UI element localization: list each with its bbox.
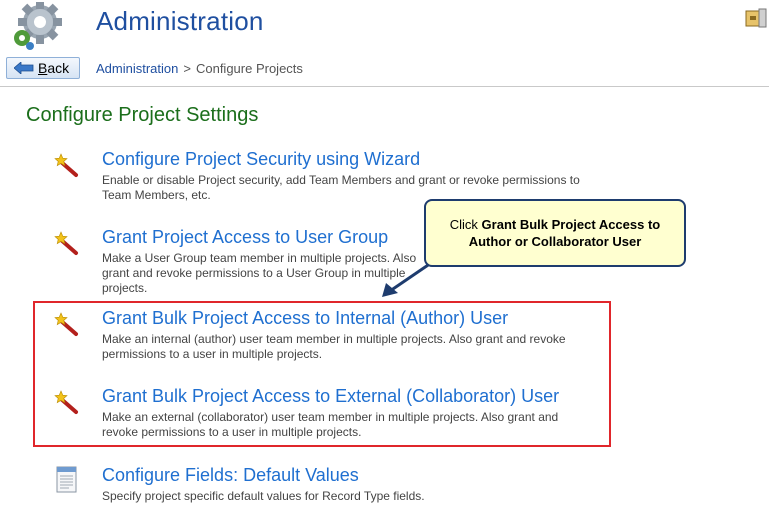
header-divider	[0, 86, 769, 87]
section-title: Configure Project Settings	[26, 104, 259, 126]
callout-prefix: Click	[449, 217, 482, 232]
gear-logo-icon	[14, 2, 62, 50]
breadcrumb-current: Configure Projects	[195, 61, 303, 76]
configure-security-link[interactable]: Configure Project Security using Wizard	[102, 149, 420, 170]
default-values-link[interactable]: Configure Fields: Default Values	[102, 465, 359, 486]
wand-icon	[54, 231, 78, 255]
document-icon	[56, 466, 77, 493]
exit-icon[interactable]	[744, 8, 768, 28]
breadcrumb-link-administration[interactable]: Administration	[96, 61, 178, 76]
breadcrumb-separator: >	[183, 61, 191, 76]
wand-icon	[54, 153, 78, 177]
highlight-box	[33, 301, 611, 447]
item-description: Specify project specific default values …	[102, 489, 425, 503]
grant-user-group-link[interactable]: Grant Project Access to User Group	[102, 227, 388, 248]
callout-tooltip: Click Grant Bulk Project Access to Autho…	[424, 199, 686, 267]
back-button[interactable]: Back	[6, 57, 80, 79]
back-button-label: Back	[38, 60, 70, 76]
callout-bold: Grant Bulk Project Access to Author or C…	[468, 217, 661, 249]
breadcrumb: Administration > Configure Projects	[96, 61, 303, 76]
back-arrow-icon	[14, 62, 34, 74]
page-title: Administration	[96, 6, 264, 36]
